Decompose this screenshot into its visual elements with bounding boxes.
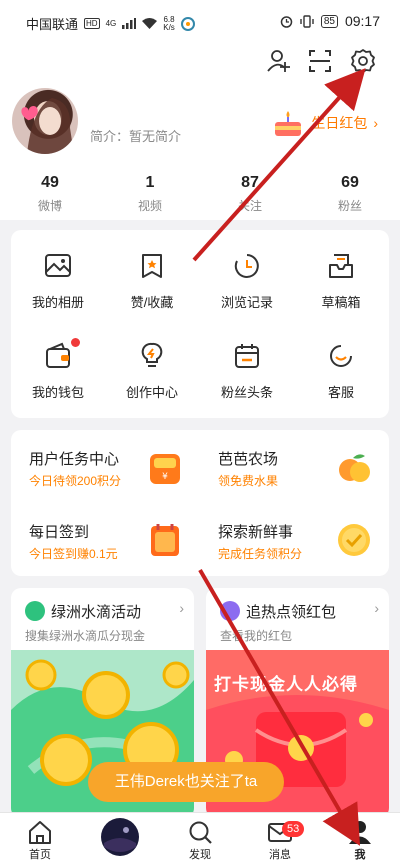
settings-icon[interactable] bbox=[350, 48, 376, 74]
avatar-image bbox=[21, 98, 74, 154]
promo-hot-banner-text: 打卡现金人人必得 bbox=[214, 675, 358, 694]
stat-video[interactable]: 1 视频 bbox=[100, 174, 200, 214]
grid-item-creator[interactable]: 创作中心 bbox=[105, 342, 199, 401]
network-speed: 6.8 K/s bbox=[163, 14, 175, 32]
nav-me[interactable]: 我 bbox=[320, 819, 400, 862]
signal-icon bbox=[122, 18, 137, 29]
stat-following[interactable]: 87 关注 bbox=[200, 174, 300, 214]
grid-item-wallet[interactable]: 我的钱包 bbox=[11, 342, 105, 401]
task-daily-checkin[interactable]: 每日签到 今日签到赚0.1元 bbox=[11, 503, 200, 576]
nav-home[interactable]: 首页 bbox=[0, 819, 80, 862]
grid-item-drafts[interactable]: 草稿箱 bbox=[294, 252, 388, 311]
message-badge: 53 bbox=[282, 821, 305, 837]
drafts-icon bbox=[329, 254, 353, 278]
follow-toast: 王伟Derek也关注了ta bbox=[88, 762, 284, 802]
fruit-icon bbox=[339, 454, 370, 482]
nav-discover[interactable]: 发现 bbox=[160, 819, 240, 862]
stat-weibo[interactable]: 49 微博 bbox=[0, 174, 100, 214]
nav-video[interactable] bbox=[80, 817, 160, 857]
alarm-icon bbox=[280, 15, 293, 28]
battery-level: 85 bbox=[320, 14, 338, 28]
chevron-right-icon: › bbox=[374, 600, 379, 616]
oasis-icon bbox=[25, 601, 45, 621]
discover-search-icon bbox=[189, 821, 212, 844]
task-card: 用户任务中心 今日待领200积分 ¥ 芭芭农场 领免费水果 每日签到 今日签到赚… bbox=[11, 430, 389, 576]
vibrate-icon bbox=[300, 14, 314, 28]
wifi-icon bbox=[142, 18, 158, 29]
function-grid: 我的相册 赞/收藏 浏览记录 草稿箱 我的钱包 创作中心 粉丝头条 客服 bbox=[11, 230, 389, 418]
grid-item-album[interactable]: 我的相册 bbox=[11, 252, 105, 311]
wallet-notification-dot bbox=[71, 338, 80, 347]
video-avatar-icon bbox=[101, 818, 139, 856]
promo-oasis-title: 绿洲水滴活动 bbox=[51, 604, 142, 621]
birthday-redpacket[interactable]: 生日红包 › bbox=[271, 108, 378, 138]
home-icon bbox=[29, 821, 51, 844]
photo-album-icon bbox=[45, 254, 71, 277]
profile-stats: 49 微博 1 视频 87 关注 69 粉丝 bbox=[0, 174, 400, 214]
grid-item-customer-service[interactable]: 客服 bbox=[294, 342, 388, 401]
task-baba-farm[interactable]: 芭芭农场 领免费水果 bbox=[200, 430, 389, 503]
app-icon bbox=[180, 16, 195, 31]
promo-hot-title: 追热点领红包 bbox=[246, 604, 337, 621]
carrier-name: 中国联通 bbox=[26, 17, 79, 32]
grid-item-history[interactable]: 浏览记录 bbox=[200, 252, 294, 311]
bottom-nav: 首页 发现 消息 53 我 bbox=[0, 812, 400, 866]
profile-icon bbox=[349, 821, 371, 844]
signal-gen: 4G bbox=[105, 19, 117, 28]
promo-hot-subtitle: 查看我的红包 bbox=[220, 629, 293, 643]
clock: 09:17 bbox=[344, 13, 380, 29]
svg-text:¥: ¥ bbox=[162, 472, 168, 482]
nav-messages[interactable]: 消息 53 bbox=[240, 819, 320, 862]
checkin-icon bbox=[151, 524, 179, 556]
redpacket-icon bbox=[220, 601, 240, 621]
customer-service-icon bbox=[330, 345, 352, 367]
hd-indicator: HD bbox=[84, 18, 100, 29]
chevron-right-icon: › bbox=[179, 600, 184, 616]
wallet-icon bbox=[46, 342, 70, 368]
favorites-icon bbox=[142, 254, 162, 278]
task-explore-news[interactable]: 探索新鲜事 完成任务领积分 bbox=[200, 503, 389, 576]
creator-center-icon bbox=[141, 342, 163, 367]
chevron-right-icon: › bbox=[373, 115, 378, 131]
history-icon bbox=[234, 254, 259, 278]
check-coin-icon bbox=[338, 524, 370, 556]
promo-oasis-subtitle: 搜集绿洲水滴瓜分现金 bbox=[25, 629, 146, 643]
birthday-cake-icon bbox=[275, 111, 302, 136]
task-user-center[interactable]: 用户任务中心 今日待领200积分 ¥ bbox=[11, 430, 200, 503]
scan-icon[interactable] bbox=[307, 48, 333, 74]
fans-headline-icon bbox=[235, 344, 259, 368]
profile-intro[interactable]: 简介：暂无简介 bbox=[90, 126, 181, 145]
status-bar: 中国联通 HD 4G 6.8 K/s 85 09:17 bbox=[0, 0, 400, 40]
grid-item-favorites[interactable]: 赞/收藏 bbox=[105, 252, 199, 311]
add-friend-icon[interactable] bbox=[266, 48, 292, 74]
grid-item-fans-headline[interactable]: 粉丝头条 bbox=[200, 342, 294, 401]
birthday-label: 生日红包 bbox=[311, 115, 368, 131]
avatar[interactable] bbox=[12, 88, 78, 154]
stat-fans[interactable]: 69 粉丝 bbox=[300, 174, 400, 214]
task-bag-icon: ¥ bbox=[150, 454, 180, 484]
